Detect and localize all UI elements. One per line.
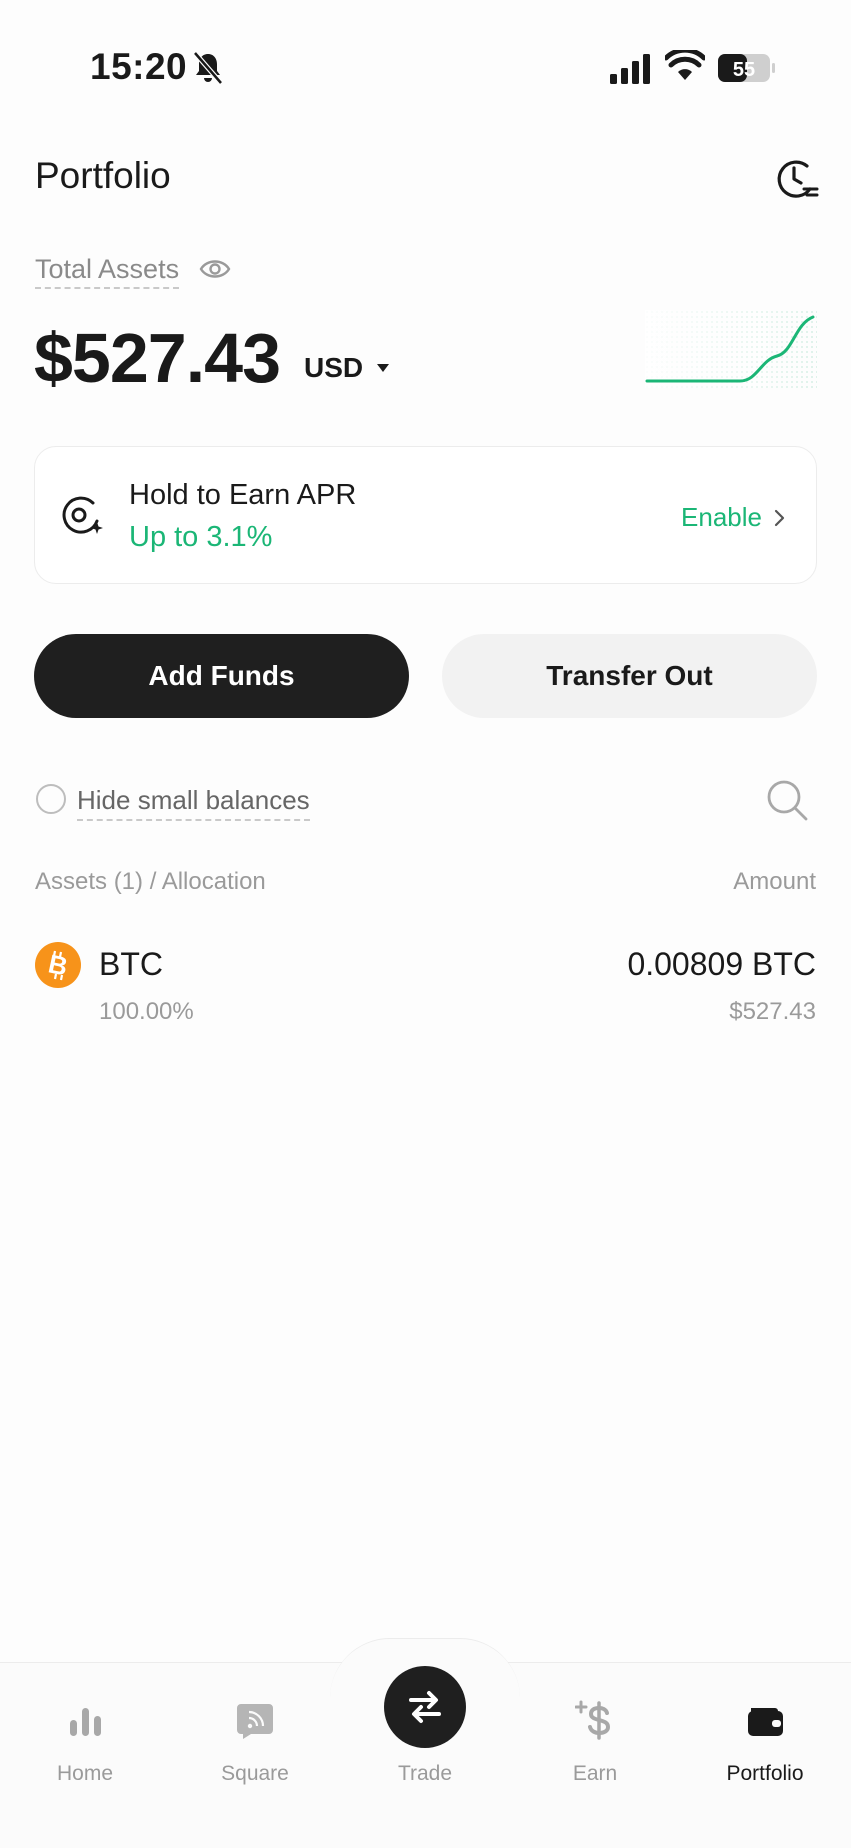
total-assets-label[interactable]: Total Assets [35,254,180,289]
add-funds-button[interactable]: Add Funds [34,634,409,718]
nav-trade-button[interactable] [384,1666,466,1748]
dollar-plus-icon [575,1700,611,1740]
chevron-right-icon [774,509,785,526]
total-assets-value: $527.43 [34,319,281,397]
portfolio-sparkline [645,310,817,388]
earn-title: Hold to Earn APR [129,479,357,511]
wallet-icon [748,1708,783,1736]
feed-icon [237,1704,273,1739]
nav-home-label: Home [56,1762,114,1785]
enable-link[interactable]: Enable [681,502,786,533]
asset-row-btc[interactable]: B BTC 100.00% 0.00809 BTC $527.43 [0,930,851,1040]
nav-home[interactable]: Home [25,1690,145,1800]
nav-earn-label: Earn [572,1762,618,1785]
asset-usd-value: $527.43 [729,998,816,1025]
assets-column-header: Assets (1) / Allocation [35,868,266,895]
bar-chart-icon [70,1708,101,1736]
signal-icon [610,54,650,84]
page-title: Portfolio [35,155,171,196]
nav-square[interactable]: Square [195,1690,315,1800]
battery-level: 55 [733,59,755,81]
nav-earn[interactable]: Earn [535,1690,655,1800]
nav-portfolio[interactable]: Portfolio [705,1690,825,1800]
earn-target-icon [62,496,103,534]
nav-trade-label[interactable]: Trade [365,1762,485,1786]
wifi-icon [665,50,705,80]
nav-portfolio-label: Portfolio [726,1762,804,1785]
transfer-out-button[interactable]: Transfer Out [442,634,817,718]
battery-icon: 55 [718,54,775,82]
clock-history-icon[interactable] [773,156,819,202]
hide-small-balances-label[interactable]: Hide small balances [77,785,310,821]
caret-down-icon[interactable] [376,363,390,373]
hold-to-earn-card[interactable]: Hold to Earn APR Up to 3.1% Enable [34,446,817,584]
swap-arrows-icon [409,1691,441,1723]
eye-icon[interactable] [199,256,231,282]
amount-column-header: Amount [733,868,816,895]
bell-slash-icon [193,51,223,85]
search-icon[interactable] [765,778,809,822]
status-time: 15:20 [90,46,188,87]
enable-label: Enable [681,502,762,532]
asset-symbol: BTC [99,946,163,982]
hide-small-balances-checkbox[interactable] [36,784,66,814]
asset-amount: 0.00809 BTC [627,946,816,982]
asset-allocation: 100.00% [99,998,194,1025]
earn-rate: Up to 3.1% [129,521,273,553]
nav-square-label: Square [221,1762,289,1785]
bitcoin-icon: B [35,942,81,988]
currency-selector[interactable]: USD [304,352,363,384]
status-bar: 15:20 55 [0,0,851,140]
